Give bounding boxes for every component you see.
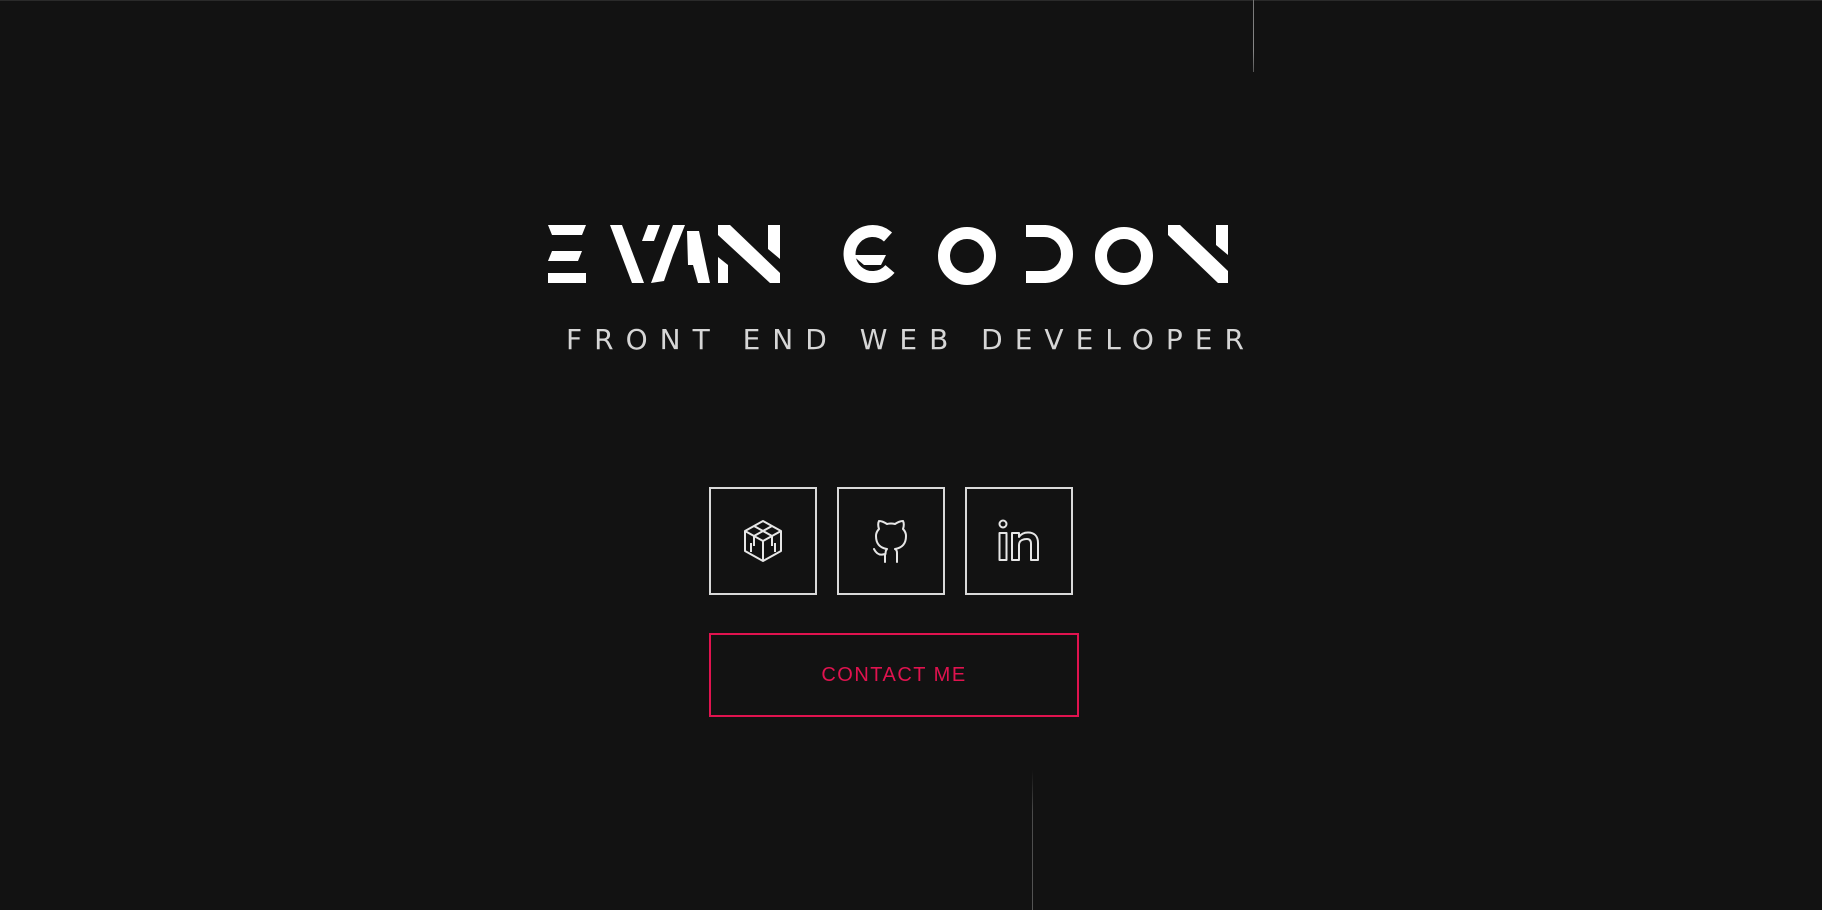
hero-name-wordmark xyxy=(548,225,1228,286)
linkedin-button[interactable] xyxy=(965,487,1073,595)
hero-subtitle: FRONT END WEB DEVELOPER xyxy=(566,323,1256,356)
codesandbox-button[interactable] xyxy=(709,487,817,595)
github-icon xyxy=(873,520,907,563)
hero-name-logo: EVAN GODON xyxy=(548,225,1228,287)
codesandbox-icon xyxy=(744,520,782,562)
page-top-border xyxy=(0,0,1822,1)
linkedin-icon xyxy=(998,519,1039,561)
contact-me-button[interactable]: CONTACT ME xyxy=(709,633,1079,717)
github-button[interactable] xyxy=(837,487,945,595)
decorative-line-top xyxy=(1253,0,1254,72)
social-links xyxy=(709,487,1073,595)
decorative-line-bottom xyxy=(1032,770,1033,910)
